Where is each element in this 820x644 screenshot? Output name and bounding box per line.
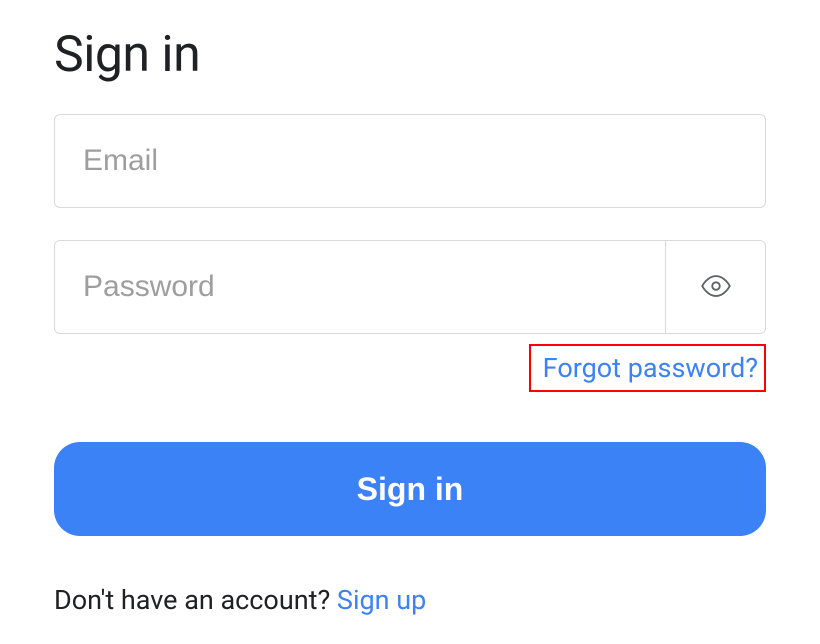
page-title: Sign in bbox=[54, 26, 766, 84]
signup-prompt: Don't have an account? bbox=[54, 584, 337, 616]
password-field-wrapper bbox=[54, 240, 766, 334]
eye-icon bbox=[701, 271, 731, 304]
signup-row: Don't have an account? Sign up bbox=[54, 584, 766, 616]
email-field[interactable] bbox=[54, 114, 766, 208]
signup-link[interactable]: Sign up bbox=[337, 584, 426, 616]
forgot-password-link[interactable]: Forgot password? bbox=[529, 344, 766, 392]
toggle-password-visibility-button[interactable] bbox=[665, 241, 765, 333]
email-field-wrapper bbox=[54, 114, 766, 208]
forgot-password-row: Forgot password? bbox=[54, 344, 766, 392]
signin-form: Sign in Forgot password? Sign in Don't h… bbox=[0, 0, 820, 616]
signin-button[interactable]: Sign in bbox=[54, 442, 766, 536]
password-field[interactable] bbox=[55, 241, 665, 333]
